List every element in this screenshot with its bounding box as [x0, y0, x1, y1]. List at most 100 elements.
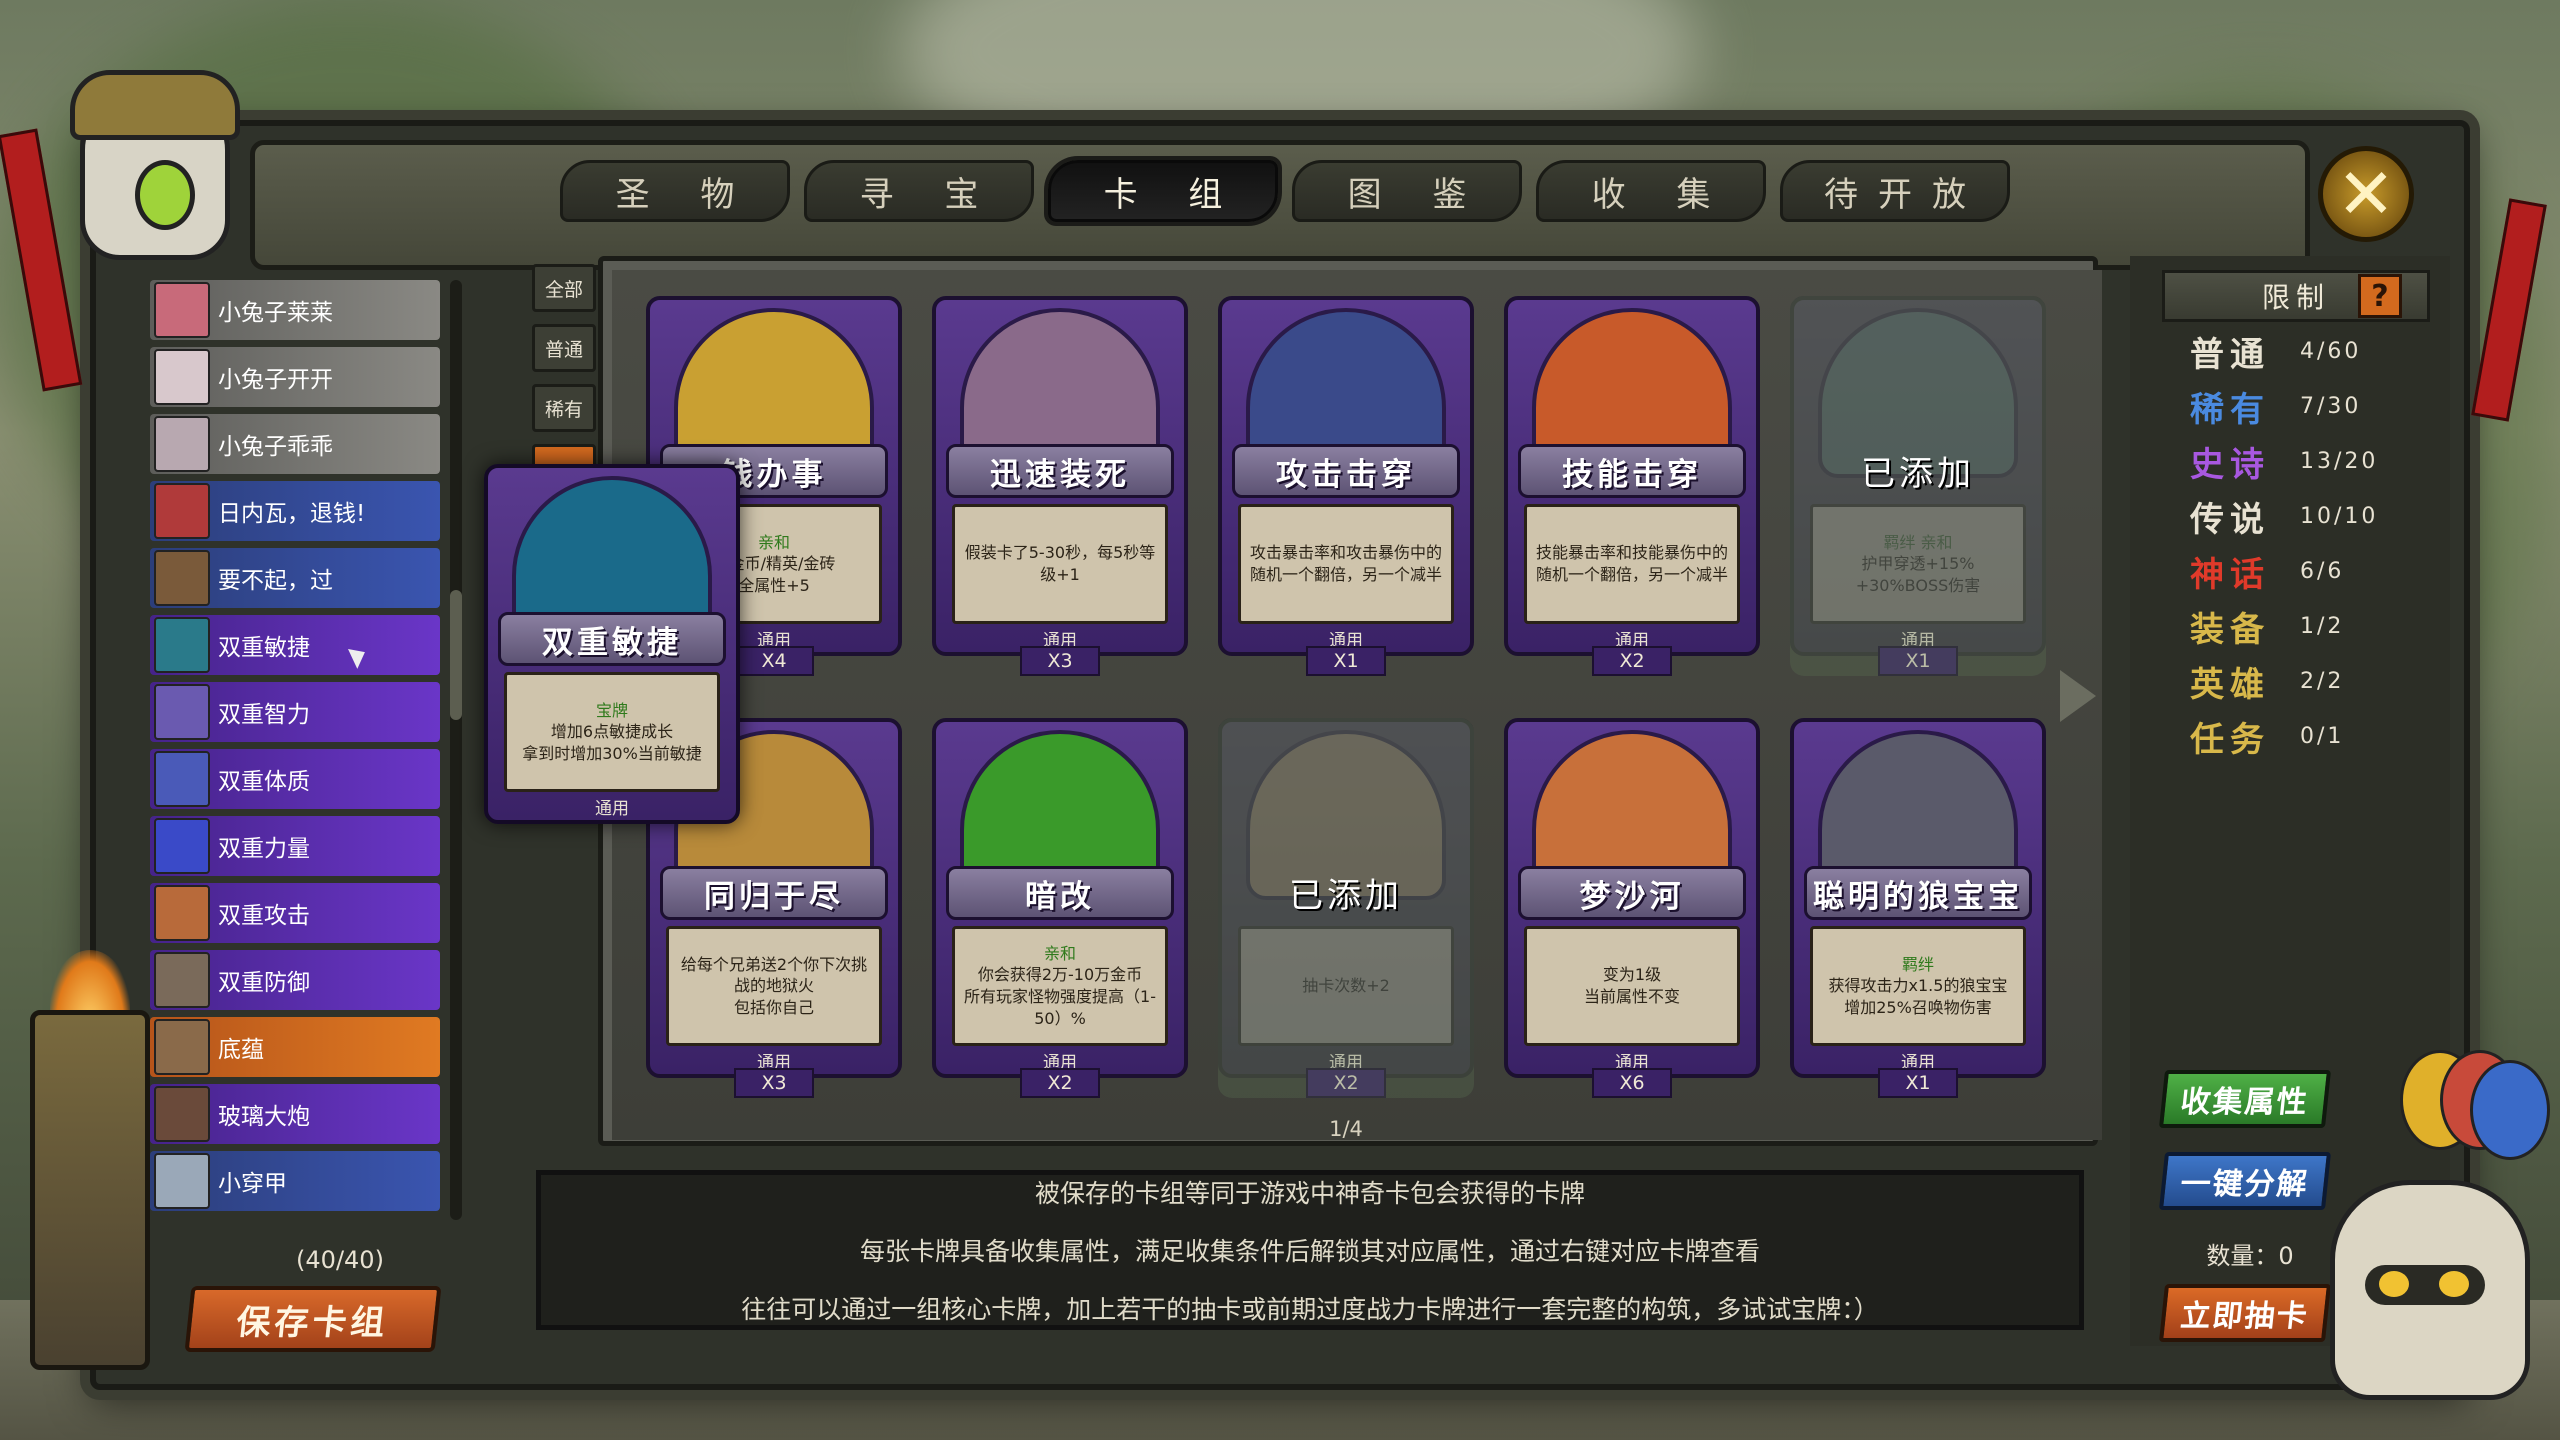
deck-item-label: 双重体质: [218, 769, 310, 795]
deck-item[interactable]: 双重防御: [150, 950, 440, 1010]
limit-label: 装备: [2190, 609, 2270, 650]
card-tag: 宝牌: [595, 700, 628, 720]
deck-item[interactable]: 日内瓦，退钱!: [150, 481, 440, 541]
limit-value: 2/2: [2300, 668, 2345, 694]
card-multiplier: X6: [1592, 1068, 1672, 1098]
close-button[interactable]: ✕: [2318, 146, 2414, 242]
deck-item-label: 双重力量: [218, 836, 310, 862]
card-name: 聪明的狼宝宝: [1804, 866, 2032, 920]
limit-label: 稀有: [2190, 389, 2270, 430]
deck-item-label: 底蕴: [218, 1037, 264, 1063]
deck-scrollbar[interactable]: [450, 280, 462, 1220]
deck-item-label: 小兔子乖乖: [218, 434, 333, 460]
card[interactable]: 羁绊 亲和 护甲穿透+15% +30%BOSS伤害 通用 X1 已添加: [1790, 296, 2046, 676]
close-icon: ✕: [2336, 153, 2396, 235]
filter-all[interactable]: 全部: [532, 264, 596, 312]
deck-scrollbar-thumb[interactable]: [450, 590, 462, 720]
deck-item[interactable]: 小兔子莱莱: [150, 280, 440, 340]
card-name: 梦沙河: [1518, 866, 1746, 920]
card-desc: 给每个兄弟送2个你下次挑战的地狱火 包括你自己: [680, 954, 868, 1017]
tab-3[interactable]: 图 鉴: [1292, 160, 1522, 222]
deck-count: (40/40): [296, 1246, 384, 1274]
card-desc: 增加6点敏捷成长 拿到时增加30%当前敏捷: [522, 722, 702, 763]
limit-row: 神话 6/6: [2190, 546, 2430, 596]
deck-item[interactable]: 双重敏捷: [150, 615, 440, 675]
deck-item[interactable]: 小穿甲: [150, 1151, 440, 1211]
limit-value: 7/30: [2300, 393, 2362, 419]
card-name: 迅速装死: [946, 444, 1174, 498]
added-label: 已添加: [1861, 454, 1975, 494]
limit-row: 普通 4/60: [2190, 326, 2430, 376]
deck-item[interactable]: 底蕴: [150, 1017, 440, 1077]
card-desc-box: 攻击暴击率和攻击暴伤中的随机一个翻倍，另一个减半: [1238, 504, 1454, 624]
limit-row: 英雄 2/2: [2190, 656, 2430, 706]
added-label: 已添加: [1289, 876, 1403, 916]
collect-attributes-button[interactable]: 收集属性: [2158, 1070, 2332, 1128]
save-deck-button[interactable]: 保存卡组: [184, 1286, 442, 1352]
deck-item-label: 双重防御: [218, 970, 310, 996]
deck-item[interactable]: 小兔子开开: [150, 347, 440, 407]
limit-value: 4/60: [2300, 338, 2362, 364]
balloons-icon: [2400, 1050, 2560, 1180]
limit-label: 神话: [2190, 554, 2270, 595]
deck-item[interactable]: 要不起，过: [150, 548, 440, 608]
card-desc-box: 羁绊 获得攻击力x1.5的狼宝宝 增加25%召唤物伤害: [1810, 926, 2026, 1046]
tab-0[interactable]: 圣 物: [560, 160, 790, 222]
filter-common[interactable]: 普通: [532, 324, 596, 372]
deck-thumbnail: [154, 349, 210, 405]
deck-thumbnail: [154, 1019, 210, 1075]
deck-item[interactable]: 双重攻击: [150, 883, 440, 943]
deck-item-label: 玻璃大炮: [218, 1104, 310, 1130]
deck-item-label: 双重智力: [218, 702, 310, 728]
card-multiplier: X1: [1306, 646, 1386, 676]
deck-item[interactable]: 玻璃大炮: [150, 1084, 440, 1144]
card-multiplier: X3: [1020, 646, 1100, 676]
help-button[interactable]: ?: [2358, 274, 2402, 318]
limit-value: 0/1: [2300, 723, 2345, 749]
info-line-1: 被保存的卡组等同于游戏中神奇卡包会获得的卡牌: [1034, 1179, 1585, 1208]
card[interactable]: 梦沙河 变为1级 当前属性不变 通用 X6: [1504, 718, 1760, 1098]
limit-label: 普通: [2190, 334, 2270, 375]
next-page-arrow-icon[interactable]: [2060, 670, 2096, 722]
card-tag: 亲和: [1043, 943, 1076, 963]
deck-item[interactable]: 双重智力: [150, 682, 440, 742]
tab-1[interactable]: 寻 宝: [804, 160, 1034, 222]
quantity-label: 数量：0: [2206, 1242, 2294, 1270]
draw-card-button[interactable]: 立即抽卡: [2158, 1284, 2332, 1342]
card-tag: 羁绊: [1901, 954, 1934, 974]
limit-label: 任务: [2190, 719, 2270, 760]
limit-row: 任务 0/1: [2190, 711, 2430, 761]
card[interactable]: 攻击击穿 攻击暴击率和攻击暴伤中的随机一个翻倍，另一个减半 通用 X1: [1218, 296, 1474, 676]
limit-row: 史诗 13/20: [2190, 436, 2430, 486]
deck-item[interactable]: 小兔子乖乖: [150, 414, 440, 474]
card-multiplier: X4: [734, 646, 814, 676]
card[interactable]: 聪明的狼宝宝 羁绊 获得攻击力x1.5的狼宝宝 增加25%召唤物伤害 通用 X1: [1790, 718, 2046, 1098]
card[interactable]: 技能击穿 技能暴击率和技能暴伤中的随机一个翻倍，另一个减半 通用 X2: [1504, 296, 1760, 676]
tab-2[interactable]: 卡 组: [1048, 160, 1278, 222]
deck-item-label: 双重攻击: [218, 903, 310, 929]
deck-item[interactable]: 双重体质: [150, 749, 440, 809]
deck-item-label: 日内瓦，退钱!: [218, 501, 366, 527]
decompose-all-button[interactable]: 一键分解: [2158, 1152, 2332, 1210]
limit-value: 1/2: [2300, 613, 2345, 639]
filter-rare[interactable]: 稀有: [532, 384, 596, 432]
deck-thumbnail: [154, 1153, 210, 1209]
deck-thumbnail: [154, 416, 210, 472]
card[interactable]: 暗改 亲和 你会获得2万-10万金币 所有玩家怪物强度提高（1-50）% 通用 X2: [932, 718, 1188, 1098]
totem-icon: [30, 1010, 150, 1370]
deck-thumbnail: [154, 818, 210, 874]
deck-item[interactable]: 双重力量: [150, 816, 440, 876]
limit-value: 10/10: [2300, 503, 2379, 529]
card[interactable]: 抽卡次数+2 通用 X2 已添加: [1218, 718, 1474, 1098]
tab-4[interactable]: 收 集: [1536, 160, 1766, 222]
card-multiplier: X3: [734, 1068, 814, 1098]
hovered-card[interactable]: 双重敏捷 宝牌 增加6点敏捷成长 拿到时增加30%当前敏捷 通用: [484, 464, 740, 834]
card-tag: 亲和: [757, 532, 790, 552]
limit-label: 英雄: [2190, 664, 2270, 705]
limit-label: 传说: [2190, 499, 2270, 540]
deck-thumbnail: [154, 885, 210, 941]
card-desc-box: 技能暴击率和技能暴伤中的随机一个翻倍，另一个减半: [1524, 504, 1740, 624]
tab-5[interactable]: 待开放: [1780, 160, 2010, 222]
card[interactable]: 迅速装死 假装卡了5-30秒，每5秒等级+1 通用 X3: [932, 296, 1188, 676]
limit-value: 6/6: [2300, 558, 2345, 584]
